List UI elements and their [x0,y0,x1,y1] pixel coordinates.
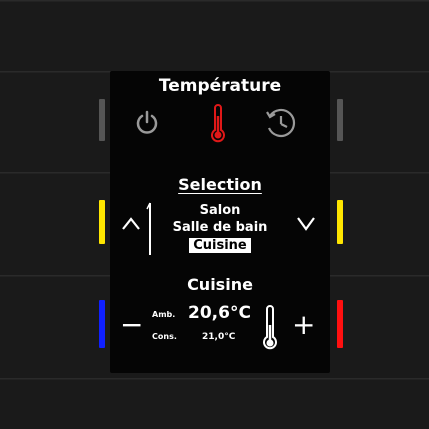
indicator-row1-left [99,99,105,141]
room-title: Cuisine [187,275,253,294]
amb-value: 20,6°C [188,303,251,323]
indicator-row3-right [337,300,343,348]
cons-label: Cons. [152,332,177,341]
schedule-icon[interactable] [264,106,298,140]
screen-title: Température [158,76,282,96]
indicator-row3-left [99,300,105,348]
selection-title: Selection [178,175,262,194]
display-screen: Température Selection Salon Salle de bai… [110,71,330,373]
down-arrow-icon[interactable] [296,215,316,231]
cons-value: 21,0°C [202,332,236,342]
thermometer-icon [263,305,277,350]
thermometer-icon[interactable] [208,104,228,144]
panel-row-top[interactable] [0,0,429,71]
control-panel: Température Selection Salon Salle de bai… [0,0,429,429]
up-arrow-icon[interactable] [120,201,160,257]
power-icon[interactable] [134,109,160,137]
selection-item-cuisine-label: Cuisine [189,238,251,253]
indicator-row2-right [337,200,343,244]
amb-label: Amb. [152,310,176,319]
indicator-row1-right [337,99,343,141]
minus-button[interactable]: − [120,311,143,339]
plus-button[interactable]: + [292,311,315,339]
panel-row-bottom[interactable] [0,378,429,429]
indicator-row2-left [99,200,105,244]
